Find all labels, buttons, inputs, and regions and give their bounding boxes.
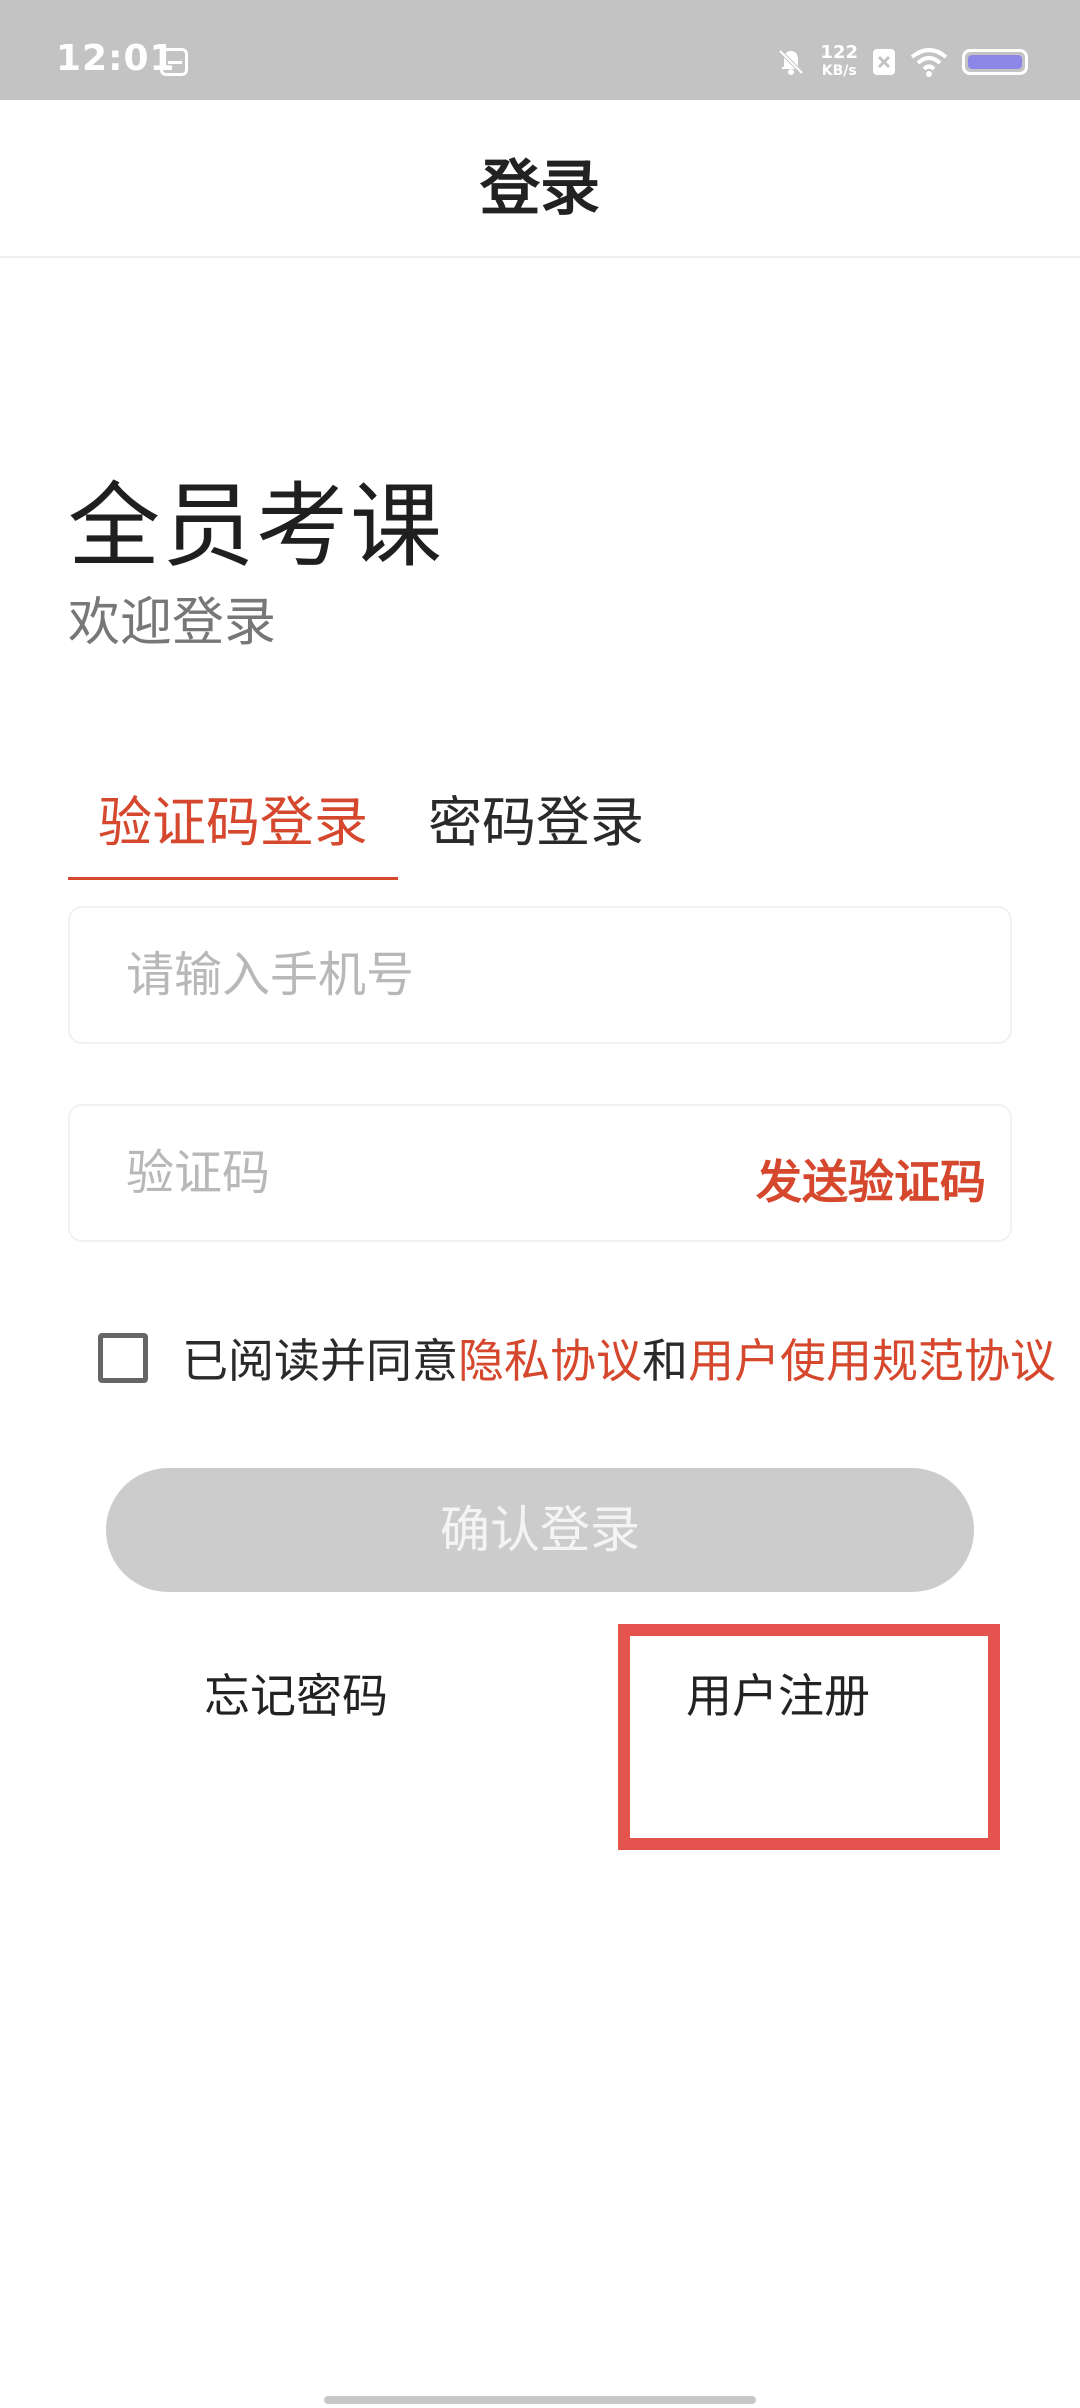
- no-sim-icon: [872, 48, 896, 76]
- network-speed: 122 KB/s: [820, 44, 858, 80]
- agreement-checkbox[interactable]: [98, 1333, 148, 1383]
- status-bar: 12:01 122 KB/s: [0, 0, 1080, 100]
- bell-muted-icon: [776, 47, 806, 77]
- page-title: 登录: [480, 154, 600, 224]
- agreement-joiner: 和: [642, 1334, 688, 1388]
- tab-sms-code-login[interactable]: 验证码登录: [68, 770, 398, 880]
- status-time: 12:01: [56, 38, 176, 79]
- battery-fill: [968, 55, 1022, 69]
- confirm-login-button[interactable]: 确认登录: [106, 1468, 974, 1592]
- calendar-notification-icon: [160, 48, 188, 76]
- agreement-row: 已阅读并同意 隐私协议 和 用户使用规范协议: [98, 1328, 1056, 1388]
- user-terms-link[interactable]: 用户使用规范协议: [688, 1325, 1056, 1391]
- register-link[interactable]: 用户注册: [686, 1660, 870, 1726]
- send-code-button[interactable]: 发送验证码: [756, 1146, 986, 1212]
- login-method-tabs: 验证码登录 密码登录: [68, 770, 674, 880]
- gesture-bar: [324, 2396, 756, 2404]
- phone-field: [68, 906, 1012, 1044]
- highlight-box: [618, 1624, 1000, 1850]
- network-speed-unit: KB/s: [821, 63, 857, 79]
- status-icons: 122 KB/s: [776, 40, 1028, 84]
- wifi-icon: [910, 47, 948, 77]
- app-header: 登录: [0, 100, 1080, 258]
- privacy-policy-link[interactable]: 隐私协议: [458, 1325, 642, 1391]
- verification-code-input[interactable]: [126, 1106, 766, 1240]
- network-speed-value: 122: [820, 42, 858, 63]
- agreement-prefix: 已阅读并同意: [182, 1334, 458, 1388]
- welcome-text: 欢迎登录: [68, 593, 277, 653]
- tab-password-login[interactable]: 密码登录: [398, 770, 674, 880]
- code-field: 发送验证码: [68, 1104, 1012, 1242]
- phone-input[interactable]: [126, 908, 766, 1042]
- forgot-password-link[interactable]: 忘记密码: [204, 1660, 388, 1726]
- app-name: 全员考课: [68, 473, 445, 580]
- battery-icon: [962, 49, 1028, 75]
